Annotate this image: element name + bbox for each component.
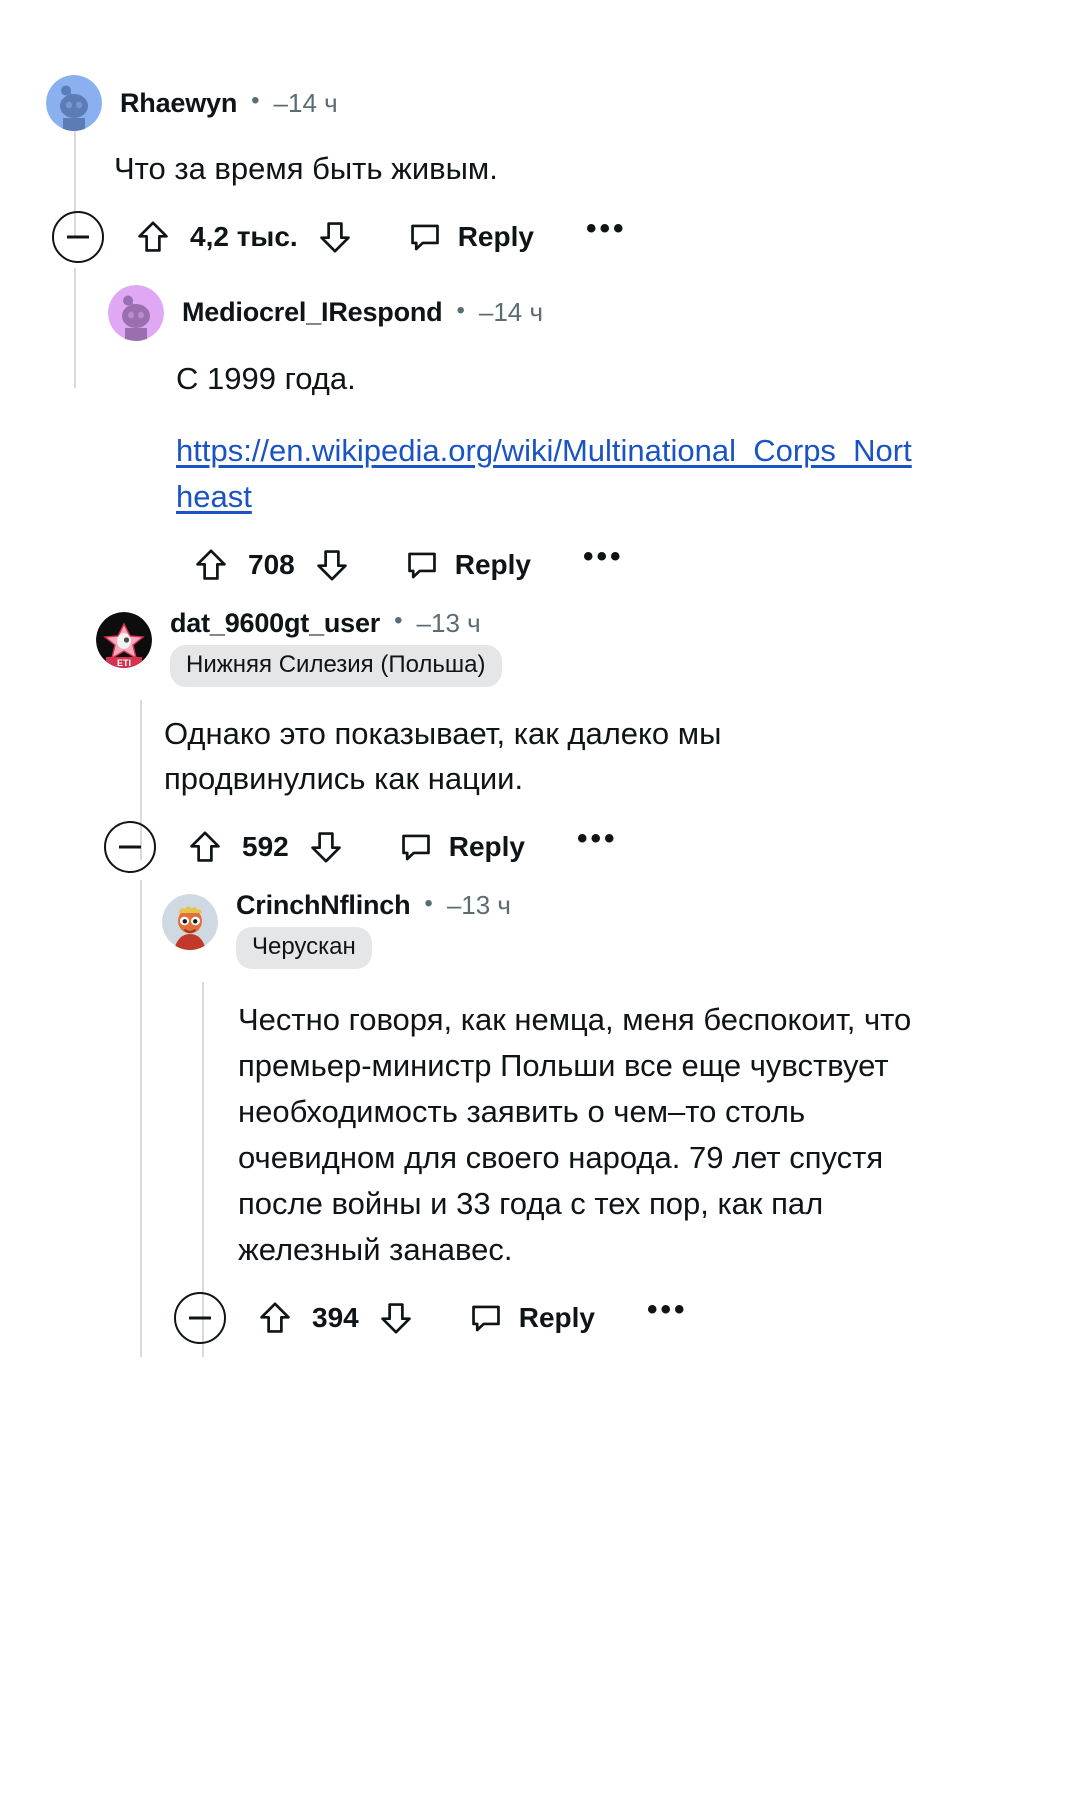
header-text-stack: CrinchNflinch • –13 ч Черускан <box>236 890 511 970</box>
avatar[interactable] <box>108 284 164 341</box>
vote-count: 592 <box>242 831 289 863</box>
reply-button[interactable]: Reply <box>408 220 534 254</box>
upvote-arrow-icon[interactable] <box>178 820 232 874</box>
upvote-arrow-icon[interactable] <box>126 210 180 264</box>
minus-circle-icon[interactable] <box>52 210 104 263</box>
avatar[interactable]: ETI <box>96 611 152 668</box>
overflow-menu-icon[interactable]: ••• <box>577 824 618 854</box>
upvote-arrow-icon[interactable] <box>184 538 238 592</box>
vote-count: 4,2 тыс. <box>190 220 298 252</box>
comment-c2: Mediocrel_IRespond • –14 ч С 1999 года. … <box>74 267 1080 604</box>
comment-timestamp: –14 ч <box>478 297 544 328</box>
thread-rail[interactable] <box>140 880 142 1357</box>
comment-actions: 394 Reply ••• <box>174 1279 1080 1357</box>
meta-separator: • <box>251 87 260 114</box>
reply-button[interactable]: Reply <box>405 548 531 582</box>
comment-timestamp: –14 ч <box>273 87 338 118</box>
user-flair: Черускан <box>236 927 372 970</box>
reply-label: Reply <box>518 1301 595 1333</box>
downvote-arrow-icon[interactable] <box>299 820 353 874</box>
avatar[interactable] <box>162 894 218 951</box>
comment-body: С 1999 года. https://en.wikipedia.org/wi… <box>176 344 916 526</box>
comment-paragraph: Что за время быть живым. <box>114 151 498 186</box>
comment-c1: Rhaewyn • –14 ч Что за время быть живым.… <box>46 0 1080 276</box>
comment-timestamp: –13 ч <box>416 607 481 638</box>
meta-separator: • <box>424 889 433 917</box>
comment-paragraph: Однако это показывает, как далеко мы про… <box>164 715 722 797</box>
comment-bubble-icon <box>469 1301 503 1335</box>
minus-circle-icon[interactable] <box>104 821 156 874</box>
meta-separator: • <box>456 296 465 324</box>
vote-count: 708 <box>248 548 295 580</box>
overflow-menu-icon[interactable]: ••• <box>586 213 627 244</box>
comment-paragraph: Честно говоря, как немца, меня беспокоит… <box>238 1002 912 1267</box>
comment-header: Rhaewyn • –14 ч <box>46 72 1080 134</box>
svg-text:ETI: ETI <box>117 658 131 668</box>
comment-thread: Rhaewyn • –14 ч Что за время быть живым.… <box>0 0 1080 1806</box>
comment-bubble-icon <box>399 830 433 864</box>
avatar[interactable] <box>46 75 102 131</box>
comment-author[interactable]: Mediocrel_IRespond <box>182 297 443 328</box>
comment-c3: ETI dat_9600gt_user • –13 ч Нижняя Силез… <box>96 604 1080 887</box>
comment-meta: Mediocrel_IRespond • –14 ч <box>182 297 543 328</box>
comment-link-paragraph: https://en.wikipedia.org/wiki/Multinatio… <box>176 428 916 520</box>
reply-label: Reply <box>457 220 534 252</box>
comment-actions: 4,2 тыс. Reply ••• <box>52 198 1080 276</box>
comment-meta: CrinchNflinch • –13 ч <box>236 890 511 921</box>
comment-header: ETI dat_9600gt_user • –13 ч Нижняя Силез… <box>96 608 1080 687</box>
downvote-arrow-icon[interactable] <box>308 210 362 264</box>
comment-body: Что за время быть живым. <box>114 134 904 198</box>
meta-separator: • <box>394 607 403 634</box>
upvote-arrow-icon[interactable] <box>248 1291 302 1345</box>
overflow-menu-icon[interactable]: ••• <box>583 541 624 572</box>
header-text-stack: Mediocrel_IRespond • –14 ч <box>182 297 543 328</box>
comment-c4: CrinchNflinch • –13 ч Черускан Честно го… <box>140 880 1080 1357</box>
downvote-arrow-icon[interactable] <box>369 1291 423 1345</box>
downvote-arrow-icon[interactable] <box>305 538 359 592</box>
comment-body: Однако это показывает, как далеко мы про… <box>164 687 874 809</box>
comment-header: Mediocrel_IRespond • –14 ч <box>108 282 1080 344</box>
header-text-stack: Rhaewyn • –14 ч <box>120 88 338 119</box>
reply-label: Reply <box>448 831 525 863</box>
comment-actions: 708 Reply ••• <box>184 526 1080 604</box>
comment-meta: dat_9600gt_user • –13 ч <box>170 608 502 639</box>
comment-paragraph: С 1999 года. <box>176 360 356 396</box>
comment-author[interactable]: CrinchNflinch <box>236 890 411 921</box>
header-text-stack: dat_9600gt_user • –13 ч Нижняя Силезия (… <box>170 608 502 687</box>
reply-button[interactable]: Reply <box>469 1301 595 1335</box>
reply-label: Reply <box>454 548 531 580</box>
vote-count: 394 <box>312 1301 359 1333</box>
comment-author[interactable]: dat_9600gt_user <box>170 608 380 639</box>
comment-actions: 592 Reply ••• <box>104 808 1080 886</box>
vote-group: 4,2 тыс. <box>126 210 362 264</box>
minus-circle-icon[interactable] <box>174 1291 226 1344</box>
comment-timestamp: –13 ч <box>446 890 511 921</box>
wikipedia-link[interactable]: https://en.wikipedia.org/wiki/Multinatio… <box>176 433 912 514</box>
comment-bubble-icon <box>405 548 439 582</box>
vote-group: 708 <box>184 538 359 592</box>
vote-group: 592 <box>178 820 353 874</box>
user-flair: Нижняя Силезия (Польша) <box>170 644 502 687</box>
thread-rail[interactable] <box>74 267 76 388</box>
vote-group: 394 <box>248 1291 423 1345</box>
comment-body: Честно говоря, как немца, меня беспокоит… <box>238 969 938 1278</box>
overflow-menu-icon[interactable]: ••• <box>647 1294 688 1325</box>
comment-author[interactable]: Rhaewyn <box>120 88 237 119</box>
comment-header: CrinchNflinch • –13 ч Черускан <box>162 890 1080 970</box>
comment-bubble-icon <box>408 220 442 254</box>
reply-button[interactable]: Reply <box>399 830 525 864</box>
comment-meta: Rhaewyn • –14 ч <box>120 88 338 119</box>
